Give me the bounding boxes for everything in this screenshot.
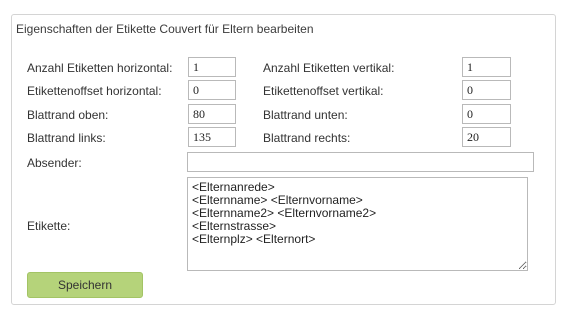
blattrand-oben-input[interactable]: [188, 104, 236, 124]
panel-title: Eigenschaften der Etikette Couvert für E…: [16, 22, 314, 36]
anzahl-vertikal-input[interactable]: [462, 57, 511, 77]
blattrand-rechts-input[interactable]: [462, 127, 511, 147]
blattrand-rechts-label: Blattrand rechts:: [263, 131, 351, 145]
blattrand-links-label: Blattrand links:: [27, 131, 106, 145]
anzahl-vertikal-label: Anzahl Etiketten vertikal:: [263, 61, 395, 75]
offset-horizontal-label: Etikettenoffset horizontal:: [27, 84, 162, 98]
absender-input[interactable]: [187, 152, 534, 172]
blattrand-unten-label: Blattrand unten:: [263, 108, 348, 122]
blattrand-oben-label: Blattrand oben:: [27, 108, 109, 122]
etikette-label: Etikette:: [27, 219, 71, 233]
absender-label: Absender:: [27, 156, 82, 170]
etikette-textarea[interactable]: <Elternanrede> <Elternname> <Elternvorna…: [187, 177, 528, 271]
offset-vertikal-input[interactable]: [462, 80, 511, 100]
save-button[interactable]: Speichern: [27, 272, 143, 298]
blattrand-unten-input[interactable]: [462, 104, 511, 124]
offset-vertikal-label: Etikettenoffset vertikal:: [263, 84, 384, 98]
anzahl-horizontal-input[interactable]: [188, 57, 236, 77]
anzahl-horizontal-label: Anzahl Etiketten horizontal:: [27, 61, 173, 75]
blattrand-links-input[interactable]: [188, 127, 236, 147]
offset-horizontal-input[interactable]: [188, 80, 236, 100]
